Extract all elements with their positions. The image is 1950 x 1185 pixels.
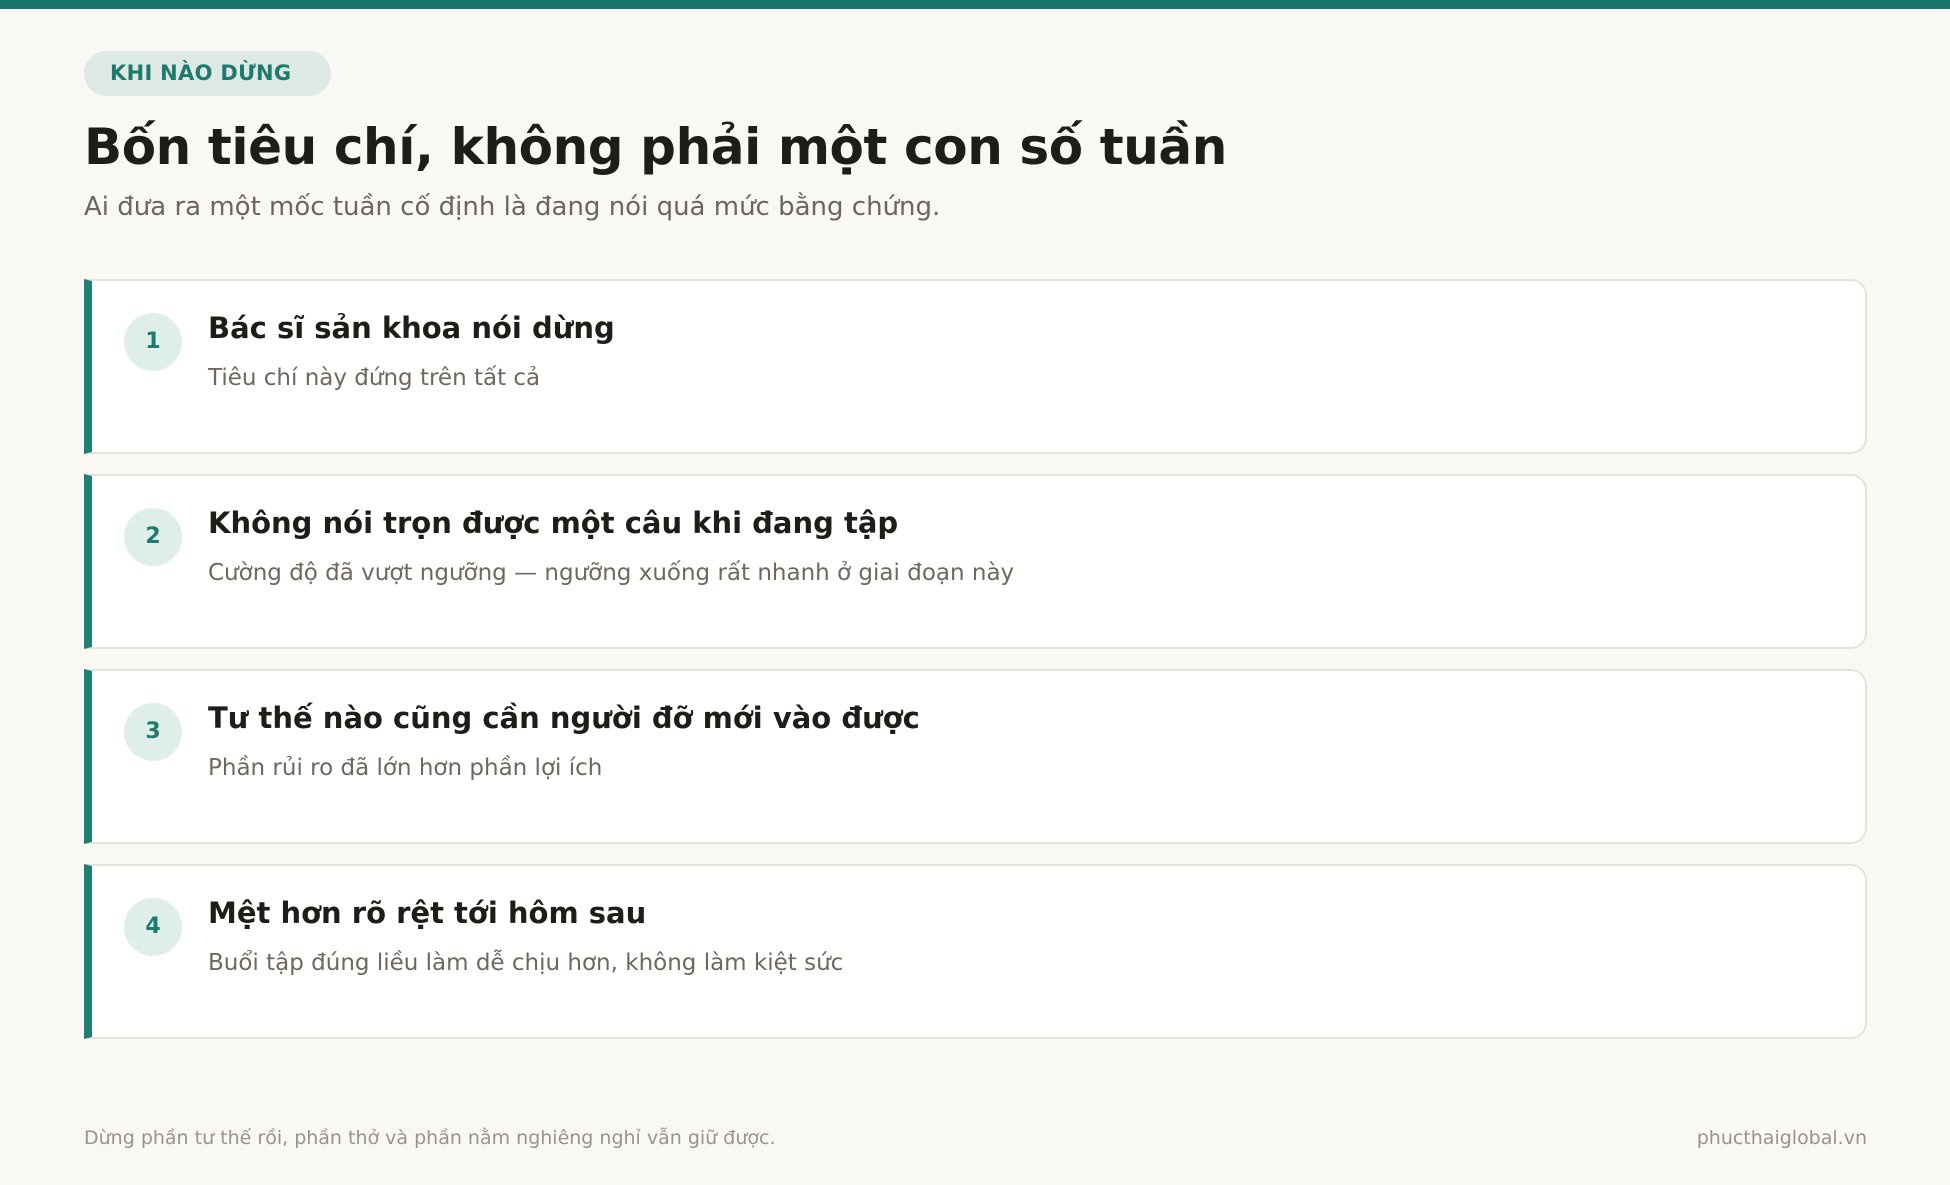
page-title: Bốn tiêu chí, không phải một con số tuần [84, 118, 1227, 176]
slide-content: KHI NÀO DỪNG Bốn tiêu chí, không phải mộ… [84, 51, 1867, 1039]
criterion-card-4: 4 Mệt hơn rõ rệt tới hôm sau Buổi tập đú… [84, 864, 1867, 1039]
footer-note: Dừng phần tư thế rồi, phần thở và phần n… [84, 1127, 776, 1149]
criterion-title: Không nói trọn được một câu khi đang tập [208, 506, 899, 540]
criterion-card-2: 2 Không nói trọn được một câu khi đang t… [84, 474, 1867, 649]
criterion-description: Phần rủi ro đã lớn hơn phần lợi ích [208, 755, 603, 781]
top-accent-bar [0, 0, 1950, 9]
criterion-number-badge: 4 [124, 898, 182, 956]
criterion-title: Mệt hơn rõ rệt tới hôm sau [208, 896, 647, 930]
criterion-title: Bác sĩ sản khoa nói dừng [208, 311, 615, 345]
criterion-description: Cường độ đã vượt ngưỡng — ngưỡng xuống r… [208, 560, 1015, 586]
criteria-list: 1 Bác sĩ sản khoa nói dừng Tiêu chí này … [84, 279, 1867, 1059]
criterion-card-3: 3 Tư thế nào cũng cần người đỡ mới vào đ… [84, 669, 1867, 844]
criterion-description: Buổi tập đúng liều làm dễ chịu hơn, khôn… [208, 950, 844, 976]
criterion-description: Tiêu chí này đứng trên tất cả [208, 365, 541, 391]
criterion-number-badge: 1 [124, 313, 182, 371]
criterion-card-1: 1 Bác sĩ sản khoa nói dừng Tiêu chí này … [84, 279, 1867, 454]
footer-site-url: phucthaiglobal.vn [1696, 1127, 1867, 1149]
page-subtitle: Ai đưa ra một mốc tuần cố định là đang n… [84, 192, 941, 222]
criterion-title: Tư thế nào cũng cần người đỡ mới vào đượ… [208, 701, 920, 735]
criterion-number-badge: 3 [124, 703, 182, 761]
criterion-number-badge: 2 [124, 508, 182, 566]
section-badge: KHI NÀO DỪNG [84, 51, 332, 96]
